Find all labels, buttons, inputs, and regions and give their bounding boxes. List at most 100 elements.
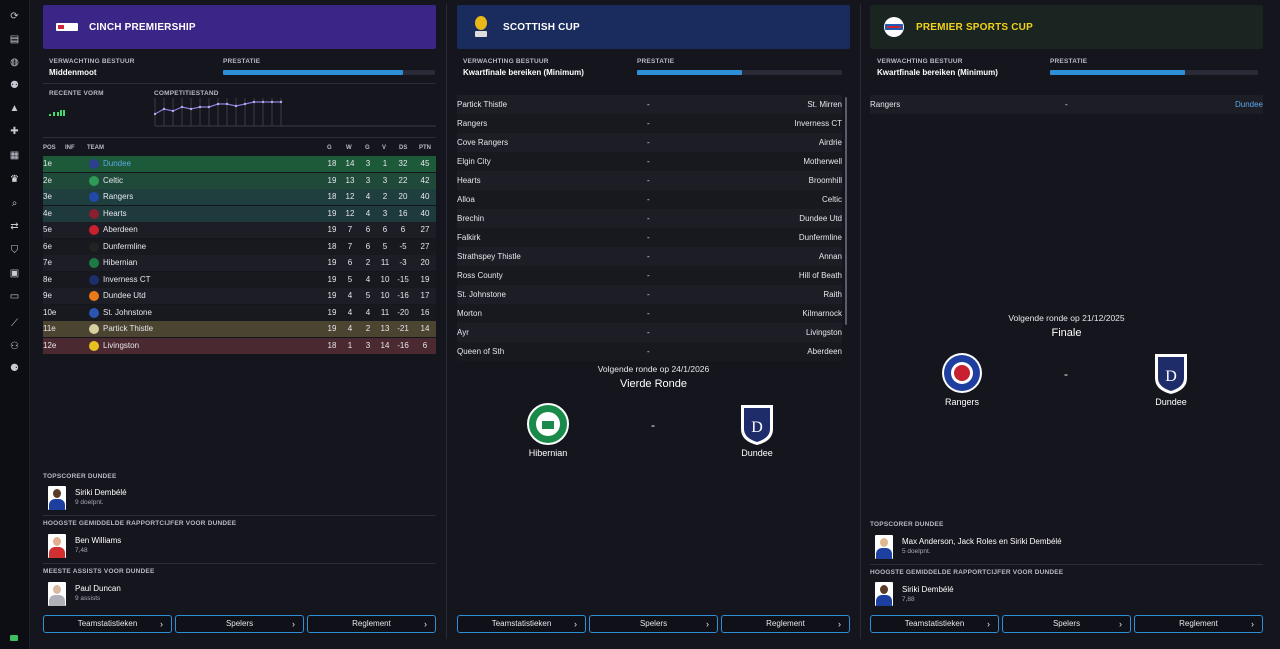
fixture-row[interactable]: Hearts - Broomhill xyxy=(457,171,842,190)
home-team[interactable]: Elgin City xyxy=(457,152,491,171)
globe-icon[interactable]: ◍ xyxy=(8,57,21,69)
table-row[interactable]: 11e Partick Thistle 19 4 2 13 -21 14 xyxy=(43,321,436,337)
table-row[interactable]: 7e Hibernian 19 6 2 11 -3 20 xyxy=(43,255,436,271)
rules-button[interactable]: Reglement › xyxy=(721,615,850,633)
rules-button[interactable]: Reglement › xyxy=(1134,615,1263,633)
fixture-row[interactable]: Falkirk - Dunfermline xyxy=(457,228,842,247)
fixture-row[interactable]: Morton - Kilmarnock xyxy=(457,304,842,323)
rating-player-name[interactable]: Siriki Dembélé xyxy=(902,585,954,594)
assists-player-name[interactable]: Paul Duncan xyxy=(75,584,121,593)
team-stats-button[interactable]: Teamstatistieken › xyxy=(870,615,999,633)
table-row[interactable]: 6e Dunfermline 18 7 6 5 -5 27 xyxy=(43,238,436,255)
transfer-icon[interactable]: ⇄ xyxy=(8,221,21,233)
home-team[interactable]: Strathspey Thistle xyxy=(457,247,521,266)
players-button[interactable]: Spelers › xyxy=(175,615,304,633)
home-team[interactable]: Partick Thistle xyxy=(457,95,507,114)
table-row[interactable]: 8e Inverness CT 19 5 4 10 -15 19 xyxy=(43,271,436,288)
scottish-cup-header[interactable]: SCOTTISH CUP xyxy=(457,5,850,49)
rules-button[interactable]: Reglement › xyxy=(307,615,436,633)
fixture-row[interactable]: Cove Rangers - Airdrie xyxy=(457,133,842,152)
player-photo[interactable] xyxy=(48,534,66,558)
league-header[interactable]: CINCH PREMIERSHIP xyxy=(43,5,436,49)
home-team[interactable]: Alloa xyxy=(457,190,475,209)
inbox-icon[interactable]: ▤ xyxy=(8,34,21,46)
home-team[interactable]: Brechin xyxy=(457,209,484,228)
table-row[interactable]: 4e Hearts 19 12 4 3 16 40 xyxy=(43,205,436,222)
away-team[interactable]: Annan xyxy=(819,247,842,266)
fixture-row[interactable]: Queen of Sth - Aberdeen xyxy=(457,342,842,361)
team-name[interactable]: Dunfermline xyxy=(103,239,146,255)
premier-sports-cup-header[interactable]: PREMIER SPORTS CUP xyxy=(870,5,1263,49)
away-team[interactable]: St. Mirren xyxy=(807,95,842,114)
home-team[interactable]: Queen of Sth xyxy=(457,342,504,361)
away-team[interactable]: Livingston xyxy=(806,323,842,342)
dundee-crest-icon[interactable]: D xyxy=(1153,352,1189,396)
away-team[interactable]: Broomhill xyxy=(809,171,842,190)
player-photo[interactable] xyxy=(875,535,893,559)
training-icon[interactable]: ⟋ xyxy=(8,318,21,330)
staff-icon[interactable]: ⚇ xyxy=(8,341,21,353)
player-photo[interactable] xyxy=(875,582,893,606)
search-icon[interactable]: ⌕ xyxy=(8,198,21,210)
tactics-icon[interactable]: ▲ xyxy=(8,103,21,115)
home-team[interactable]: Morton xyxy=(457,304,482,323)
scouting-icon[interactable]: ⚈ xyxy=(8,363,21,375)
team-name[interactable]: Dundee xyxy=(103,156,131,172)
table-row[interactable]: 10e St. Johnstone 19 4 4 11 -20 16 xyxy=(43,304,436,321)
table-row[interactable]: 5e Aberdeen 19 7 6 6 6 27 xyxy=(43,222,436,238)
team-stats-button[interactable]: Teamstatistieken › xyxy=(43,615,172,633)
fixture-row[interactable]: Rangers - Inverness CT xyxy=(457,114,842,133)
fixture-row[interactable]: Brechin - Dundee Utd xyxy=(457,209,842,228)
fixture-row[interactable]: Ross County - Hill of Beath xyxy=(457,266,842,285)
away-team[interactable]: Raith xyxy=(823,285,842,304)
medical-icon[interactable]: ✚ xyxy=(8,126,21,138)
home-team-name[interactable]: Hibernian xyxy=(508,448,588,458)
away-team[interactable]: Aberdeen xyxy=(807,342,842,361)
table-row[interactable]: 1e Dundee 18 14 3 1 32 45 xyxy=(43,156,436,172)
away-team[interactable]: Celtic xyxy=(822,190,842,209)
calendar-icon[interactable]: ▦ xyxy=(8,150,21,162)
away-team[interactable]: Dundee Utd xyxy=(799,209,842,228)
fixture-row[interactable]: Elgin City - Motherwell xyxy=(457,152,842,171)
finance-icon[interactable]: ▣ xyxy=(8,268,21,280)
table-row[interactable]: 12e Livingston 18 1 3 14 -16 6 xyxy=(43,337,436,354)
team-name[interactable]: Celtic xyxy=(103,173,123,189)
fixture-row[interactable]: Partick Thistle - St. Mirren xyxy=(457,95,842,114)
rangers-crest-icon[interactable] xyxy=(941,352,983,396)
hibernian-crest-icon[interactable] xyxy=(527,403,569,447)
team-name[interactable]: Hearts xyxy=(103,206,127,222)
trophy-icon[interactable]: ♛ xyxy=(8,174,21,186)
squad-icon[interactable]: ⚉ xyxy=(8,80,21,92)
away-team[interactable]: Kilmarnock xyxy=(802,304,842,323)
team-name[interactable]: St. Johnstone xyxy=(103,305,152,321)
away-team[interactable]: Motherwell xyxy=(803,152,842,171)
fixture-row[interactable]: Ayr - Livingston xyxy=(457,323,842,342)
away-team[interactable]: Hill of Beath xyxy=(799,266,842,285)
team-name[interactable]: Partick Thistle xyxy=(103,321,153,337)
ticket-icon[interactable]: ▭ xyxy=(8,291,21,303)
fixture-row[interactable]: Rangers - Dundee xyxy=(870,95,1263,114)
table-row[interactable]: 2e Celtic 19 13 3 3 22 42 xyxy=(43,172,436,189)
home-team[interactable]: St. Johnstone xyxy=(457,285,506,304)
topscorer-name[interactable]: Max Anderson, Jack Roles en Siriki Dembé… xyxy=(902,537,1062,546)
team-name[interactable]: Rangers xyxy=(103,189,133,205)
away-team[interactable]: Inverness CT xyxy=(794,114,842,133)
fixture-scrollbar[interactable] xyxy=(845,97,847,325)
topscorer-name[interactable]: Siriki Dembélé xyxy=(75,488,127,497)
home-team[interactable]: Cove Rangers xyxy=(457,133,508,152)
team-name[interactable]: Inverness CT xyxy=(103,272,151,288)
players-button[interactable]: Spelers › xyxy=(1002,615,1131,633)
home-team[interactable]: Ross County xyxy=(457,266,503,285)
team-name[interactable]: Livingston xyxy=(103,338,139,354)
away-team[interactable]: Airdrie xyxy=(819,133,842,152)
away-team-name[interactable]: Dundee xyxy=(1131,397,1211,407)
fixture-row[interactable]: Strathspey Thistle - Annan xyxy=(457,247,842,266)
player-photo[interactable] xyxy=(48,486,66,510)
table-row[interactable]: 9e Dundee Utd 19 4 5 10 -16 17 xyxy=(43,288,436,304)
dundee-crest-icon[interactable]: D xyxy=(739,403,775,447)
shield-icon[interactable]: ⛉ xyxy=(8,245,21,257)
team-name[interactable]: Aberdeen xyxy=(103,222,138,238)
home-team[interactable]: Falkirk xyxy=(457,228,481,247)
away-team-name[interactable]: Dundee xyxy=(717,448,797,458)
home-team[interactable]: Rangers xyxy=(457,114,487,133)
